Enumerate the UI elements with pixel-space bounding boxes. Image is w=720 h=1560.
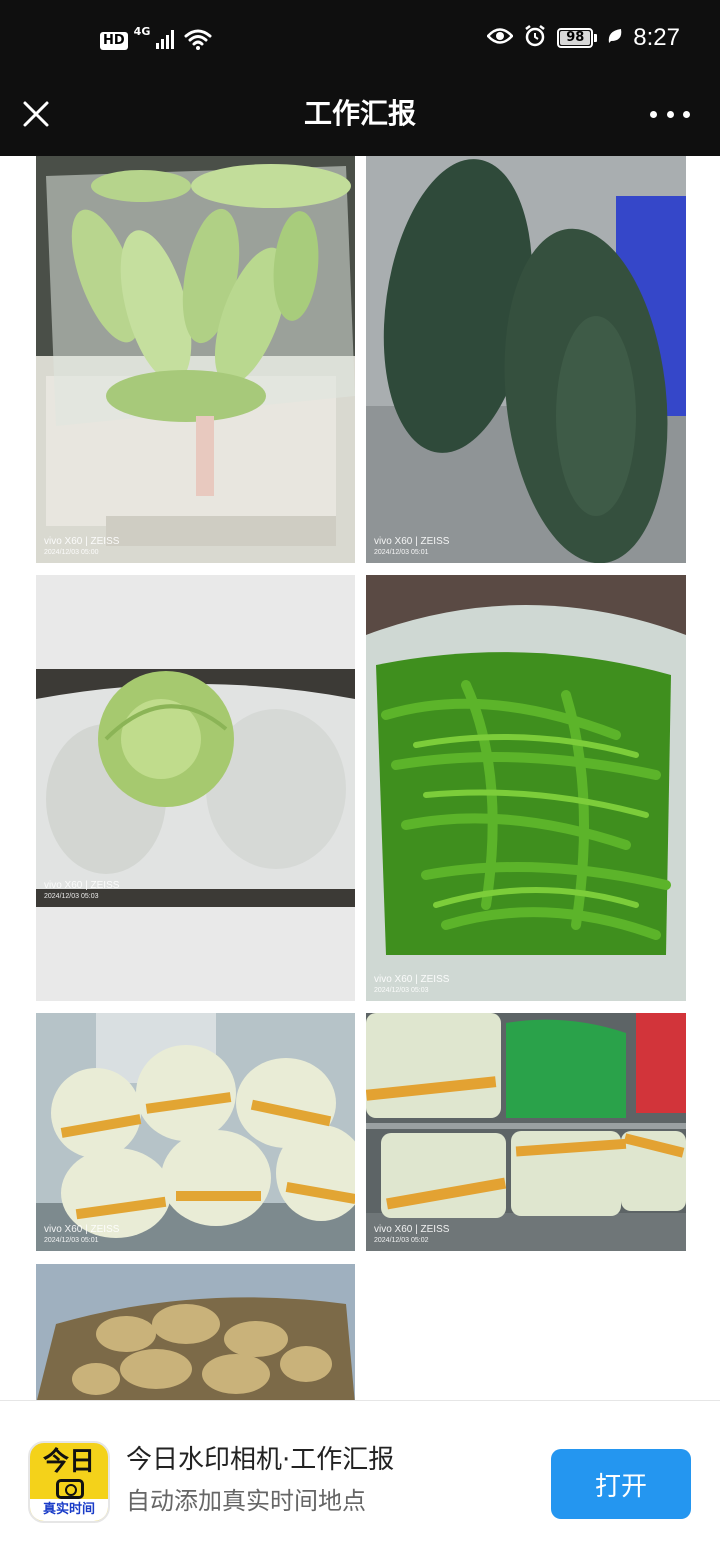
open-app-button[interactable]: 打开	[551, 1449, 691, 1519]
photo-watermark: vivo X60 | ZEISS 2024/12/03 05:00	[44, 536, 120, 556]
app-subtitle: 自动添加真实时间地点	[126, 1487, 366, 1515]
signal-icon	[156, 29, 178, 53]
photo-watermark: vivo X60 | ZEISS 2024/12/03 05:03	[374, 974, 450, 994]
wifi-icon	[184, 28, 212, 54]
app-icon[interactable]: 今日 真实时间	[28, 1441, 110, 1523]
page-title: 工作汇报	[303, 97, 416, 130]
network-type: 4G	[133, 25, 151, 38]
photo-winter-melon[interactable]: vivo X60 | ZEISS 2024/12/03 05:01	[366, 156, 686, 563]
photo-zucchini[interactable]: vivo X60 | ZEISS 2024/12/03 05:00	[36, 156, 355, 563]
status-right: 98 8:27	[486, 24, 680, 52]
hd-badge: HD	[100, 32, 128, 50]
battery-icon: 98	[557, 28, 598, 48]
photo-cabbage[interactable]: vivo X60 | ZEISS 2024/12/03 05:03	[36, 575, 355, 1001]
battery-level: 98	[560, 31, 591, 45]
status-left: HD 4G	[100, 25, 212, 54]
photo-ginger[interactable]	[36, 1264, 355, 1400]
photo-watermark: vivo X60 | ZEISS 2024/12/03 05:01	[374, 536, 450, 556]
leaf-icon	[607, 27, 623, 49]
photo-watermark: vivo X60 | ZEISS 2024/12/03 05:03	[44, 880, 120, 900]
alarm-icon	[523, 24, 547, 52]
photo-grid: vivo X60 | ZEISS 2024/12/03 05:00 vivo X…	[0, 156, 720, 1400]
camera-icon	[56, 1479, 84, 1499]
eye-icon	[486, 26, 514, 50]
status-bar: HD 4G 98 8:27	[0, 0, 720, 80]
photo-vegetable-rack[interactable]: vivo X60 | ZEISS 2024/12/03 05:02	[366, 1013, 686, 1251]
more-options-icon[interactable]	[650, 104, 690, 124]
photo-green-chili[interactable]: vivo X60 | ZEISS 2024/12/03 05:03	[366, 575, 686, 1001]
app-title: 今日水印相机·工作汇报	[126, 1445, 395, 1475]
photo-watermark: vivo X60 | ZEISS 2024/12/03 05:01	[44, 1224, 120, 1244]
app-promo-banner: 今日 真实时间 今日水印相机·工作汇报 自动添加真实时间地点 打开	[0, 1400, 720, 1560]
nav-bar: 工作汇报	[0, 80, 720, 156]
photo-napa-cabbage[interactable]: vivo X60 | ZEISS 2024/12/03 05:01	[36, 1013, 355, 1251]
photo-watermark: vivo X60 | ZEISS 2024/12/03 05:02	[374, 1224, 450, 1244]
clock: 8:27	[633, 24, 680, 51]
